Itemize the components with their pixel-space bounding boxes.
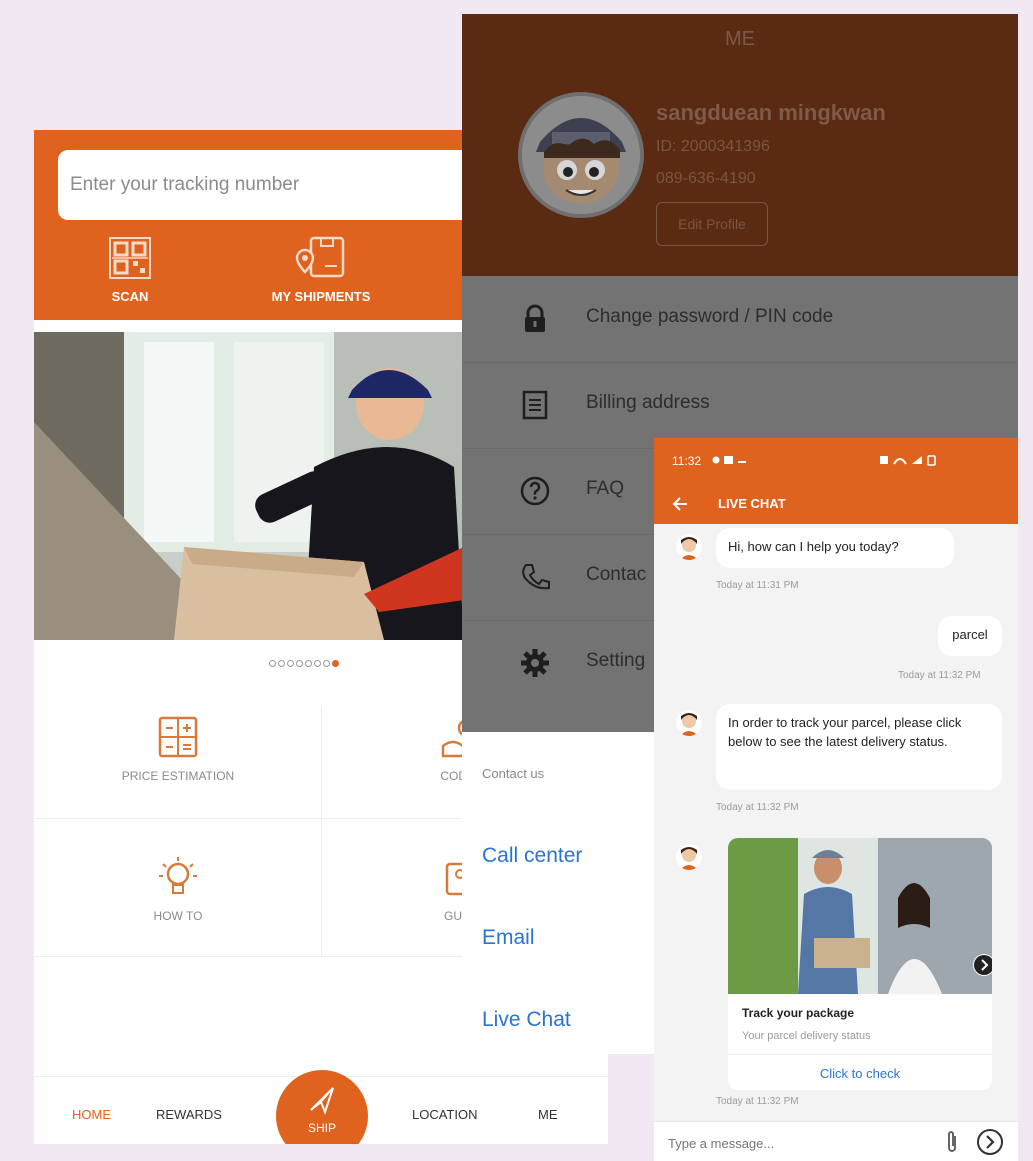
agent-message: Hi, how can I help you today? — [716, 528, 954, 568]
carousel-indicator[interactable] — [269, 660, 341, 667]
qr-code-icon — [109, 237, 151, 279]
agent-avatar — [676, 844, 702, 870]
email-link[interactable]: Email — [482, 926, 535, 950]
contact-us-sheet: Contact us Call center Email Live Chat — [462, 732, 657, 1054]
card-next-button[interactable] — [973, 954, 992, 976]
card-image — [728, 838, 992, 994]
track-package-card[interactable]: Track your package Your parcel delivery … — [728, 838, 992, 1090]
back-arrow-icon[interactable] — [672, 496, 688, 512]
my-shipments-label: MY SHIPMENTS — [271, 289, 371, 304]
promo-banner-image[interactable] — [34, 332, 464, 640]
lightbulb-icon — [159, 857, 197, 894]
page-title: ME — [725, 28, 755, 50]
nav-me[interactable]: ME — [538, 1107, 558, 1122]
ship-label: SHIP — [307, 1121, 336, 1135]
click-to-check-button[interactable]: Click to check — [728, 1066, 992, 1081]
menu-item-label: Billing address — [586, 392, 710, 413]
menu-item-label: Change password / PIN code — [586, 306, 834, 327]
lock-icon — [525, 304, 545, 332]
message-input[interactable] — [666, 1130, 930, 1156]
avatar[interactable] — [518, 92, 644, 218]
status-time: 11:32 — [672, 454, 702, 468]
status-bar: 11:32 — [654, 438, 1018, 484]
ship-button[interactable]: SHIP — [276, 1070, 368, 1144]
scan-label: SCAN — [111, 289, 149, 304]
nav-location[interactable]: LOCATION — [412, 1107, 478, 1122]
nav-home[interactable]: HOME — [72, 1107, 111, 1122]
calculator-icon — [158, 716, 198, 758]
menu-item-label: Setting — [586, 650, 646, 671]
card-subtitle: Your parcel delivery status — [742, 1030, 871, 1042]
message-timestamp: Today at 11:32 PM — [716, 1096, 799, 1107]
price-estimation-label: PRICE ESTIMATION — [121, 769, 235, 783]
menu-item-change-password[interactable]: Change password / PIN code — [462, 276, 1018, 363]
how-to-tile[interactable]: HOW TO — [74, 856, 282, 923]
send-icon[interactable] — [976, 1128, 1004, 1156]
card-title: Track your package — [742, 1006, 855, 1020]
how-to-label: HOW TO — [153, 909, 203, 923]
menu-item-label: FAQ — [586, 478, 625, 499]
agent-avatar — [676, 534, 702, 560]
question-circle-icon — [520, 476, 550, 506]
message-timestamp: Today at 11:32 PM — [898, 670, 981, 681]
gear-icon — [521, 649, 549, 677]
scan-button[interactable]: SCAN — [98, 236, 162, 304]
phone-icon — [522, 564, 550, 590]
nav-rewards[interactable]: REWARDS — [156, 1107, 222, 1122]
price-estimation-tile[interactable]: PRICE ESTIMATION — [74, 716, 282, 783]
message-timestamp: Today at 11:32 PM — [716, 802, 799, 813]
chat-header: LIVE CHAT — [654, 484, 1018, 524]
parcel-location-icon — [295, 236, 345, 278]
tracking-search-input[interactable] — [58, 150, 508, 220]
edit-profile-button[interactable]: Edit Profile — [656, 202, 768, 246]
menu-item-billing-address[interactable]: Billing address — [462, 362, 1018, 449]
chat-title: LIVE CHAT — [718, 496, 786, 511]
message-timestamp: Today at 11:31 PM — [716, 580, 799, 591]
call-center-link[interactable]: Call center — [482, 844, 582, 868]
message-composer — [654, 1121, 1018, 1161]
user-message: parcel — [938, 616, 1002, 656]
system-status-icons — [880, 455, 936, 466]
attachment-icon[interactable] — [944, 1130, 960, 1154]
chevron-right-icon — [974, 955, 992, 975]
paper-plane-icon — [310, 1087, 334, 1115]
live-chat-screen: 11:32 LIVE CHAT Hi, how can I help you t… — [654, 438, 1018, 1161]
agent-avatar — [676, 710, 702, 736]
my-shipments-button[interactable]: MY SHIPMENTS — [256, 236, 386, 304]
agent-message: In order to track your parcel, please cl… — [716, 704, 1002, 790]
live-chat-link[interactable]: Live Chat — [482, 1008, 571, 1032]
profile-id: ID: 2000341396 — [656, 138, 770, 155]
contact-heading: Contact us — [482, 766, 545, 781]
profile-phone: 089-636-4190 — [656, 170, 756, 187]
receipt-icon — [522, 390, 548, 420]
profile-name: sangduean mingkwan — [656, 100, 886, 125]
menu-item-label: Contac — [586, 564, 647, 585]
notification-icons — [712, 456, 746, 464]
